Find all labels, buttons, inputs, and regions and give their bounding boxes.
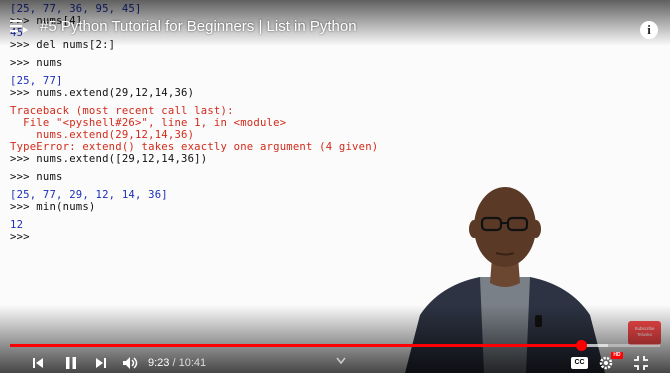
shell-line: TypeError: extend() takes exactly one ar… <box>10 141 379 153</box>
shell-line: >>> nums <box>10 171 63 183</box>
shell-line: Traceback (most recent call last): <box>10 105 234 117</box>
previous-icon[interactable] <box>32 355 44 371</box>
shell-line: [25, 77] <box>10 75 63 87</box>
shell-line: >>> nums <box>10 57 63 69</box>
captions-icon[interactable]: CC <box>571 357 588 369</box>
video-title[interactable]: #5 Python Tutorial for Beginners | List … <box>40 18 357 35</box>
shell-line: >>> nums.extend([29,12,14,36]) <box>10 153 208 165</box>
time-separator: / <box>169 357 179 369</box>
shell-line: 12 <box>10 219 24 231</box>
progress-played <box>10 344 581 347</box>
progress-bar[interactable] <box>10 340 660 351</box>
next-icon[interactable] <box>95 355 107 371</box>
duration: 10:41 <box>178 357 207 369</box>
info-icon[interactable]: i <box>640 21 658 39</box>
title-overlay: #5 Python Tutorial for Beginners | List … <box>0 0 670 46</box>
shell-line: File "<pyshell#26>", line 1, in <module> <box>10 117 287 129</box>
shell-line: nums.extend(29,12,14,36) <box>10 129 195 141</box>
hd-badge: HD <box>611 352 623 359</box>
scrubber-handle[interactable] <box>575 340 587 351</box>
time-display: 9:23 / 10:41 <box>148 357 206 369</box>
volume-icon[interactable] <box>122 355 140 371</box>
shell-line: >>> <box>10 231 30 243</box>
current-time: 9:23 <box>148 357 170 369</box>
video-player[interactable]: [25, 77, 36, 95, 45]>>> nums[4]45>>> del… <box>0 0 670 373</box>
fullscreen-exit-icon[interactable] <box>633 355 649 371</box>
chevron-down-icon[interactable] <box>336 357 346 365</box>
shell-line: >>> nums.extend(29,12,14,36) <box>10 87 195 99</box>
queue-icon[interactable] <box>10 19 28 33</box>
shell-line: >>> min(nums) <box>10 201 96 213</box>
pause-icon[interactable] <box>64 355 78 371</box>
shell-line: [25, 77, 29, 12, 14, 36] <box>10 189 168 201</box>
